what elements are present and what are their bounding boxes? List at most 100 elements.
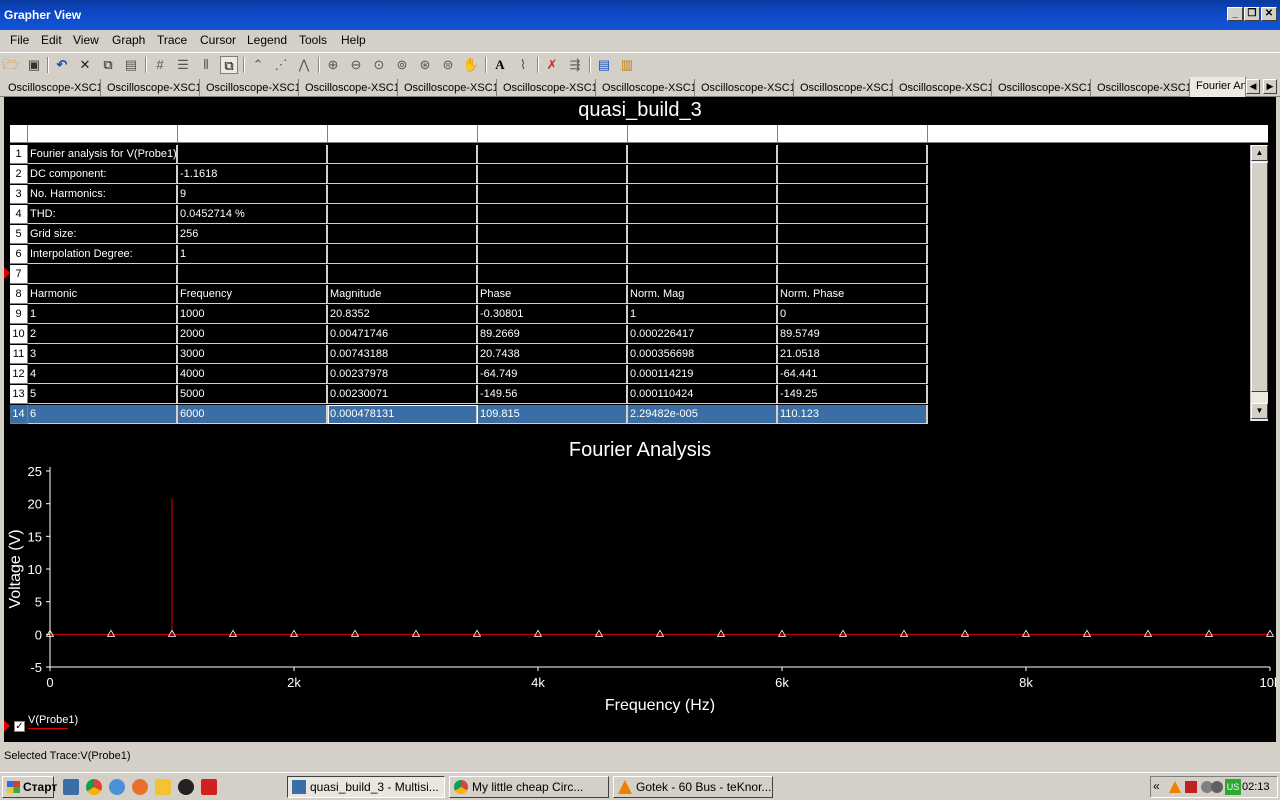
- grid-cell[interactable]: 2: [28, 325, 178, 344]
- grid-cell[interactable]: 5: [28, 385, 178, 404]
- copy-icon[interactable]: ⧉: [99, 56, 117, 74]
- row-number[interactable]: 4: [10, 205, 28, 224]
- minimize-button[interactable]: _: [1227, 7, 1243, 21]
- grid-cell[interactable]: 1: [178, 245, 328, 264]
- grid-cell[interactable]: 0.00471746: [328, 325, 478, 344]
- grid-cell[interactable]: 0: [778, 305, 928, 324]
- grid-cell[interactable]: [628, 225, 778, 244]
- grid-cell[interactable]: 0.00237978: [328, 365, 478, 384]
- grid-cell[interactable]: [178, 265, 328, 284]
- grid-cell[interactable]: [778, 205, 928, 224]
- grid-cell[interactable]: [628, 245, 778, 264]
- label-icon[interactable]: ⌇: [514, 56, 532, 74]
- column-header[interactable]: [28, 125, 178, 143]
- desktop-icon[interactable]: [63, 779, 79, 795]
- grid-cell[interactable]: [628, 185, 778, 204]
- dots-icon[interactable]: ⋰: [272, 56, 290, 74]
- tab-scroll-left-icon[interactable]: ◀: [1246, 79, 1260, 94]
- legend-icon[interactable]: ☰: [174, 56, 192, 74]
- zoom-in-icon[interactable]: ⊕: [324, 56, 342, 74]
- grid-cell[interactable]: [778, 265, 928, 284]
- row-number[interactable]: 8: [10, 285, 28, 304]
- grid-cell[interactable]: [478, 165, 628, 184]
- grid-cell[interactable]: -149.56: [478, 385, 628, 404]
- vlc-tray-icon[interactable]: [1169, 781, 1181, 793]
- line-icon[interactable]: ⌃: [249, 56, 267, 74]
- grid-cell[interactable]: -64.441: [778, 365, 928, 384]
- grid-cell[interactable]: 2.29482e-005: [628, 405, 778, 424]
- grid-cell[interactable]: [328, 265, 478, 284]
- grid-cell[interactable]: 9: [178, 185, 328, 204]
- grid-cell[interactable]: [778, 145, 928, 164]
- close-button[interactable]: ✕: [1261, 7, 1277, 21]
- row-number[interactable]: 7: [10, 265, 28, 284]
- grid-cell[interactable]: [478, 245, 628, 264]
- grid-cell[interactable]: [778, 185, 928, 204]
- grid-cell[interactable]: 0.000110424: [628, 385, 778, 404]
- trace-icon[interactable]: ✗: [543, 56, 561, 74]
- scroll-down-icon[interactable]: ▼: [1251, 403, 1268, 419]
- grid-cell[interactable]: [478, 145, 628, 164]
- grid-cell[interactable]: [328, 205, 478, 224]
- tab-oscilloscope[interactable]: Oscilloscope-XSC1: [1091, 79, 1190, 97]
- undo-icon[interactable]: ↶: [53, 56, 71, 74]
- media-player-icon[interactable]: [178, 779, 194, 795]
- grid-cell[interactable]: -1.1618: [178, 165, 328, 184]
- grid-cell[interactable]: 20.8352: [328, 305, 478, 324]
- tray-app-icon[interactable]: [1185, 781, 1197, 793]
- grid-cell[interactable]: [628, 205, 778, 224]
- task-chrome[interactable]: My little cheap Circ...: [449, 776, 609, 798]
- row-number[interactable]: 1: [10, 145, 28, 164]
- grid-cell[interactable]: 0.0452714 %: [178, 205, 328, 224]
- export-icon[interactable]: ⇶: [566, 56, 584, 74]
- grid-cell[interactable]: [628, 145, 778, 164]
- scroll-thumb[interactable]: [1251, 162, 1268, 392]
- grid-cell[interactable]: DC component:: [28, 165, 178, 184]
- grid-cell[interactable]: 21.0518: [778, 345, 928, 364]
- grid-cell[interactable]: Phase: [478, 285, 628, 304]
- tab-oscilloscope[interactable]: Oscilloscope-XSC1: [695, 79, 794, 97]
- row-number[interactable]: 14: [10, 405, 28, 424]
- grid-cell[interactable]: 89.2669: [478, 325, 628, 344]
- column-header[interactable]: [478, 125, 628, 143]
- tab-oscilloscope[interactable]: Oscilloscope-XSC1: [794, 79, 893, 97]
- grid-cell[interactable]: 0.000226417: [628, 325, 778, 344]
- menu-tools[interactable]: Tools: [299, 33, 327, 47]
- grid-cell[interactable]: 3000: [178, 345, 328, 364]
- tab-oscilloscope[interactable]: Oscilloscope-XSC1: [398, 79, 497, 97]
- task-multisim[interactable]: quasi_build_3 - Multisi...: [287, 776, 445, 798]
- row-number[interactable]: 9: [10, 305, 28, 324]
- grid-cell[interactable]: 110.123: [778, 405, 928, 424]
- grid-cell[interactable]: [478, 265, 628, 284]
- pan-icon[interactable]: ✋: [462, 56, 480, 74]
- tab-oscilloscope[interactable]: Oscilloscope-XSC1: [992, 79, 1091, 97]
- grid-cell[interactable]: Norm. Phase: [778, 285, 928, 304]
- zoom-x-icon[interactable]: ⊛: [416, 56, 434, 74]
- grid-cell[interactable]: 4000: [178, 365, 328, 384]
- restore-button[interactable]: ❐: [1244, 7, 1260, 21]
- column-header[interactable]: [778, 125, 928, 143]
- grid-cell[interactable]: 256: [178, 225, 328, 244]
- tab-scroll-right-icon[interactable]: ▶: [1263, 79, 1277, 94]
- row-number[interactable]: 3: [10, 185, 28, 204]
- tray-expand-icon[interactable]: «: [1153, 779, 1160, 793]
- menu-trace[interactable]: Trace: [157, 33, 187, 47]
- menu-file[interactable]: File: [10, 33, 29, 47]
- print-icon[interactable]: ▤: [595, 56, 613, 74]
- row-number[interactable]: 12: [10, 365, 28, 384]
- grid-cell[interactable]: 5000: [178, 385, 328, 404]
- grid-scrollbar[interactable]: ▲ ▼: [1250, 145, 1268, 421]
- overlay-traces-icon[interactable]: ⧉: [220, 56, 238, 74]
- properties-icon[interactable]: ▥: [618, 56, 636, 74]
- tab-fourier-analysis[interactable]: Fourier An: [1190, 77, 1246, 97]
- grid-cell[interactable]: [628, 265, 778, 284]
- grid-cell[interactable]: Harmonic: [28, 285, 178, 304]
- grid-cell[interactable]: [328, 145, 478, 164]
- zoom-full-icon[interactable]: ⊚: [393, 56, 411, 74]
- menu-help[interactable]: Help: [341, 33, 366, 47]
- tab-oscilloscope[interactable]: Oscilloscope-XSC1: [101, 79, 200, 97]
- grid-cell[interactable]: 1000: [178, 305, 328, 324]
- fourier-chart[interactable]: 25 20 15 10 5 0 -5 0 2k 4k 6k 8k 10k Frequency (Hz) Vo…: [4, 433, 1276, 713]
- grid-cell[interactable]: 109.815: [478, 405, 628, 424]
- grid-cell[interactable]: 4: [28, 365, 178, 384]
